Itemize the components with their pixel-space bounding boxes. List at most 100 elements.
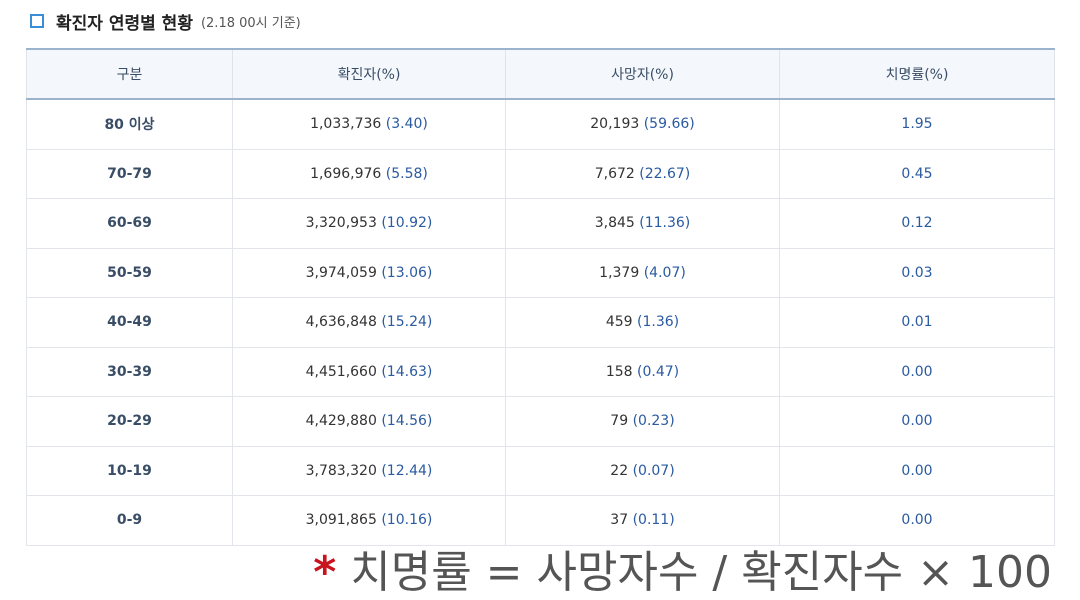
column-header-fatality-rate: 치명률(%) — [779, 48, 1055, 100]
deaths-value: 459 — [605, 314, 633, 331]
fatality-rate-value: 0.00 — [901, 413, 933, 430]
cases-cell: 1,033,736 (3.40) — [232, 98, 506, 150]
age-group-cell: 50-59 — [26, 247, 233, 298]
cases-percent: (3.40) — [385, 116, 428, 133]
table-row: 50-59 3,974,059 (13.06) 1,379 (4.07) 0.03 — [26, 247, 1055, 298]
fatality-rate-cell: 0.00 — [779, 346, 1055, 397]
deaths-value: 37 — [610, 512, 629, 529]
age-group-label: 30-39 — [107, 363, 152, 380]
deaths-cell: 3,845 (11.36) — [505, 198, 780, 249]
cases-percent: (14.56) — [381, 413, 433, 430]
table-row: 40-49 4,636,848 (15.24) 459 (1.36) 0.01 — [26, 297, 1055, 348]
cases-value: 3,091,865 — [305, 512, 377, 529]
age-group-label: 60-69 — [107, 215, 152, 232]
deaths-value: 7,672 — [594, 165, 635, 182]
deaths-cell: 79 (0.23) — [505, 396, 780, 447]
column-header-deaths: 사망자(%) — [505, 48, 780, 100]
age-group-label: 50-59 — [107, 264, 152, 281]
age-group-label: 40-49 — [107, 314, 152, 331]
deaths-cell: 459 (1.36) — [505, 297, 780, 348]
fatality-rate-cell: 0.12 — [779, 198, 1055, 249]
fatality-rate-cell: 0.03 — [779, 247, 1055, 298]
age-group-cell: 40-49 — [26, 297, 233, 348]
deaths-value: 3,845 — [594, 215, 635, 232]
table-row: 60-69 3,320,953 (10.92) 3,845 (11.36) 0.12 — [26, 198, 1055, 249]
section-subtitle: (2.18 00시 기준) — [200, 15, 301, 31]
age-group-cell: 0-9 — [26, 495, 233, 546]
deaths-value: 20,193 — [590, 116, 640, 133]
deaths-cell: 20,193 (59.66) — [505, 98, 780, 150]
cases-cell: 4,451,660 (14.63) — [232, 346, 506, 397]
fatality-rate-value: 0.45 — [901, 165, 933, 182]
fatality-rate-cell: 0.00 — [779, 445, 1055, 496]
age-group-label: 0-9 — [116, 512, 143, 529]
cases-value: 1,696,976 — [310, 165, 382, 182]
cases-percent: (15.24) — [381, 314, 433, 331]
age-stats-table: 구분 확진자(%) 사망자(%) 치명률(%) 80 이상 1,033,736 (… — [26, 48, 1055, 546]
fatality-rate-value: 1.95 — [901, 116, 933, 133]
deaths-percent: (0.07) — [632, 462, 675, 479]
deaths-cell: 1,379 (4.07) — [505, 247, 780, 298]
cases-percent: (14.63) — [381, 363, 433, 380]
deaths-value: 79 — [610, 413, 629, 430]
deaths-value: 158 — [605, 363, 633, 380]
deaths-percent: (22.67) — [639, 165, 691, 182]
table-row: 80 이상 1,033,736 (3.40) 20,193 (59.66) 1.95 — [26, 98, 1055, 150]
deaths-cell: 7,672 (22.67) — [505, 148, 780, 199]
cases-value: 1,033,736 — [310, 116, 382, 133]
cases-percent: (10.92) — [381, 215, 433, 232]
fatality-rate-value: 0.01 — [901, 314, 933, 331]
deaths-value: 22 — [610, 462, 629, 479]
cases-cell: 3,783,320 (12.44) — [232, 445, 506, 496]
age-group-label: 80 이상 — [104, 117, 155, 134]
deaths-percent: (0.11) — [632, 512, 675, 529]
fatality-rate-value: 0.00 — [901, 512, 933, 529]
fatality-rate-value: 0.12 — [901, 215, 933, 232]
age-group-cell: 10-19 — [26, 445, 233, 496]
table-body: 80 이상 1,033,736 (3.40) 20,193 (59.66) 1.95 7… — [26, 98, 1055, 546]
table-row: 10-19 3,783,320 (12.44) 22 (0.07) 0.00 — [26, 445, 1055, 496]
column-header-cases: 확진자(%) — [232, 48, 506, 100]
table-row: 70-79 1,696,976 (5.58) 7,672 (22.67) 0.45 — [26, 148, 1055, 199]
age-group-label: 70-79 — [107, 165, 152, 182]
cases-percent: (13.06) — [381, 264, 433, 281]
age-group-cell: 30-39 — [26, 346, 233, 397]
age-group-label: 10-19 — [107, 462, 152, 479]
asterisk-icon: * — [313, 547, 337, 598]
cases-cell: 3,974,059 (13.06) — [232, 247, 506, 298]
cases-percent: (10.16) — [381, 512, 433, 529]
cases-value: 3,320,953 — [305, 215, 377, 232]
fatality-rate-cell: 0.45 — [779, 148, 1055, 199]
cases-cell: 3,320,953 (10.92) — [232, 198, 506, 249]
fatality-rate-value: 0.00 — [901, 462, 933, 479]
age-group-cell: 60-69 — [26, 198, 233, 249]
age-group-cell: 70-79 — [26, 148, 233, 199]
fatality-rate-value: 0.03 — [901, 264, 933, 281]
deaths-percent: (11.36) — [639, 215, 691, 232]
deaths-percent: (0.23) — [632, 413, 675, 430]
fatality-rate-cell: 0.01 — [779, 297, 1055, 348]
cases-value: 3,974,059 — [305, 264, 377, 281]
cases-value: 4,451,660 — [305, 363, 377, 380]
age-group-cell: 80 이상 — [26, 98, 233, 150]
cases-cell: 4,429,880 (14.56) — [232, 396, 506, 447]
cases-cell: 4,636,848 (15.24) — [232, 297, 506, 348]
cases-value: 4,636,848 — [305, 314, 377, 331]
cases-cell: 1,696,976 (5.58) — [232, 148, 506, 199]
table-header-row: 구분 확진자(%) 사망자(%) 치명률(%) — [26, 48, 1055, 100]
age-group-cell: 20-29 — [26, 396, 233, 447]
deaths-percent: (4.07) — [643, 264, 686, 281]
fatality-rate-cell: 0.00 — [779, 396, 1055, 447]
section-header: 확진자 연령별 현황 (2.18 00시 기준) — [30, 6, 301, 36]
fatality-rate-footnote: * 치명률 = 사망자수 / 확진자수 × 100 — [313, 536, 1052, 600]
table-row: 30-39 4,451,660 (14.63) 158 (0.47) 0.00 — [26, 346, 1055, 397]
deaths-percent: (0.47) — [637, 363, 680, 380]
cases-percent: (12.44) — [381, 462, 433, 479]
column-header-category: 구분 — [26, 48, 233, 100]
deaths-cell: 158 (0.47) — [505, 346, 780, 397]
fatality-rate-cell: 1.95 — [779, 98, 1055, 150]
fatality-rate-value: 0.00 — [901, 363, 933, 380]
age-group-label: 20-29 — [107, 413, 152, 430]
cases-percent: (5.58) — [385, 165, 428, 182]
deaths-cell: 22 (0.07) — [505, 445, 780, 496]
